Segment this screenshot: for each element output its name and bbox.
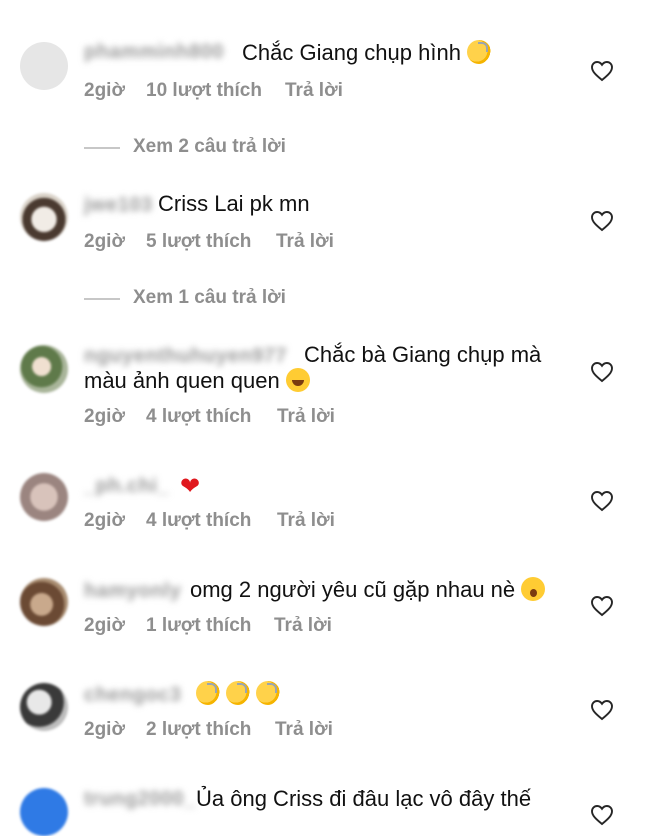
comment-text-body: Chắc bà Giang chụp mà (304, 342, 542, 367)
comment-text: Chắc bà Giang chụp mà (304, 342, 541, 368)
heart-icon[interactable] (590, 699, 614, 721)
comment-text-body: Criss Lai pk mn (158, 191, 310, 216)
reply-button[interactable]: Trả lời (277, 510, 335, 532)
comment-text-body-2: màu ảnh quen quen (84, 368, 280, 393)
likes-count[interactable]: 4 lượt thích (146, 510, 251, 532)
replies-divider (84, 298, 120, 300)
heart-icon[interactable] (590, 210, 614, 232)
replies-divider (84, 147, 120, 149)
comment-time: 2giờ (84, 719, 125, 740)
comment-text-body: Ủa ông Criss đi đâu lạc vô đây thế (196, 786, 532, 811)
avatar[interactable] (20, 345, 68, 393)
comment-username[interactable]: chengoc3 (84, 684, 181, 707)
clapping-hands-icon (467, 40, 492, 64)
comment-time: 2giờ (84, 231, 125, 252)
avatar[interactable] (20, 473, 68, 521)
clapping-hands-icon (196, 681, 220, 705)
comment-text: Criss Lai pk mn (158, 191, 310, 217)
comment-username[interactable]: nguyenthuhuyen977 (84, 345, 287, 368)
comment-text: Chắc Giang chụp hình (242, 40, 492, 66)
clapping-hands-icon (226, 681, 251, 705)
comment-text: Ủa ông Criss đi đâu lạc vô đây thế (196, 786, 531, 812)
comment-time: 2giờ (84, 615, 125, 636)
laughing-face-icon (285, 368, 310, 392)
heart-icon[interactable] (590, 595, 614, 617)
comment-username[interactable]: phamminh800 (84, 41, 224, 64)
heart-icon[interactable] (590, 804, 614, 826)
likes-count[interactable]: 4 lượt thích (146, 406, 251, 428)
view-replies-label: Xem 1 câu trả lời (133, 287, 286, 308)
avatar[interactable] (20, 788, 68, 836)
likes-count[interactable]: 10 lượt thích (146, 80, 262, 102)
comment-text-body: omg 2 người yêu cũ gặp nhau nè (190, 577, 516, 602)
comment-username[interactable]: trung2000_ (84, 788, 196, 811)
heart-icon[interactable] (590, 60, 614, 82)
heart-icon[interactable] (590, 361, 614, 383)
comment-text: omg 2 người yêu cũ gặp nhau nè (190, 577, 546, 603)
comment-username[interactable]: jwe103 (84, 194, 153, 217)
view-replies-label: Xem 2 câu trả lời (133, 136, 286, 157)
likes-count[interactable]: 2 lượt thích (146, 719, 251, 741)
comment-text (196, 681, 281, 707)
comment-time: 2giờ (84, 406, 125, 427)
likes-count[interactable]: 1 lượt thích (146, 615, 251, 637)
reply-button[interactable]: Trả lời (275, 719, 333, 741)
surprised-face-icon (521, 577, 546, 601)
reply-button[interactable]: Trả lời (276, 231, 334, 253)
reply-button[interactable]: Trả lời (277, 406, 335, 428)
comment-username[interactable]: _ph.chi_ (84, 475, 169, 498)
comment-text-line2: màu ảnh quen quen (84, 368, 310, 394)
likes-count[interactable]: 5 lượt thích (146, 231, 251, 253)
clapping-hands-icon (256, 681, 281, 705)
red-heart-icon: ❤ (180, 473, 201, 500)
comment-username[interactable]: hamyonly (84, 580, 181, 603)
heart-icon[interactable] (590, 490, 614, 512)
comment-time: 2giờ (84, 510, 125, 531)
avatar[interactable] (20, 683, 68, 731)
comment-text-body: Chắc Giang chụp hình (242, 40, 461, 65)
avatar[interactable] (20, 42, 68, 90)
reply-button[interactable]: Trả lời (285, 80, 343, 102)
reply-button[interactable]: Trả lời (274, 615, 332, 637)
avatar[interactable] (20, 578, 68, 626)
comment-text: ❤ (180, 472, 200, 500)
comment-time: 2giờ (84, 80, 125, 101)
avatar[interactable] (20, 193, 68, 241)
